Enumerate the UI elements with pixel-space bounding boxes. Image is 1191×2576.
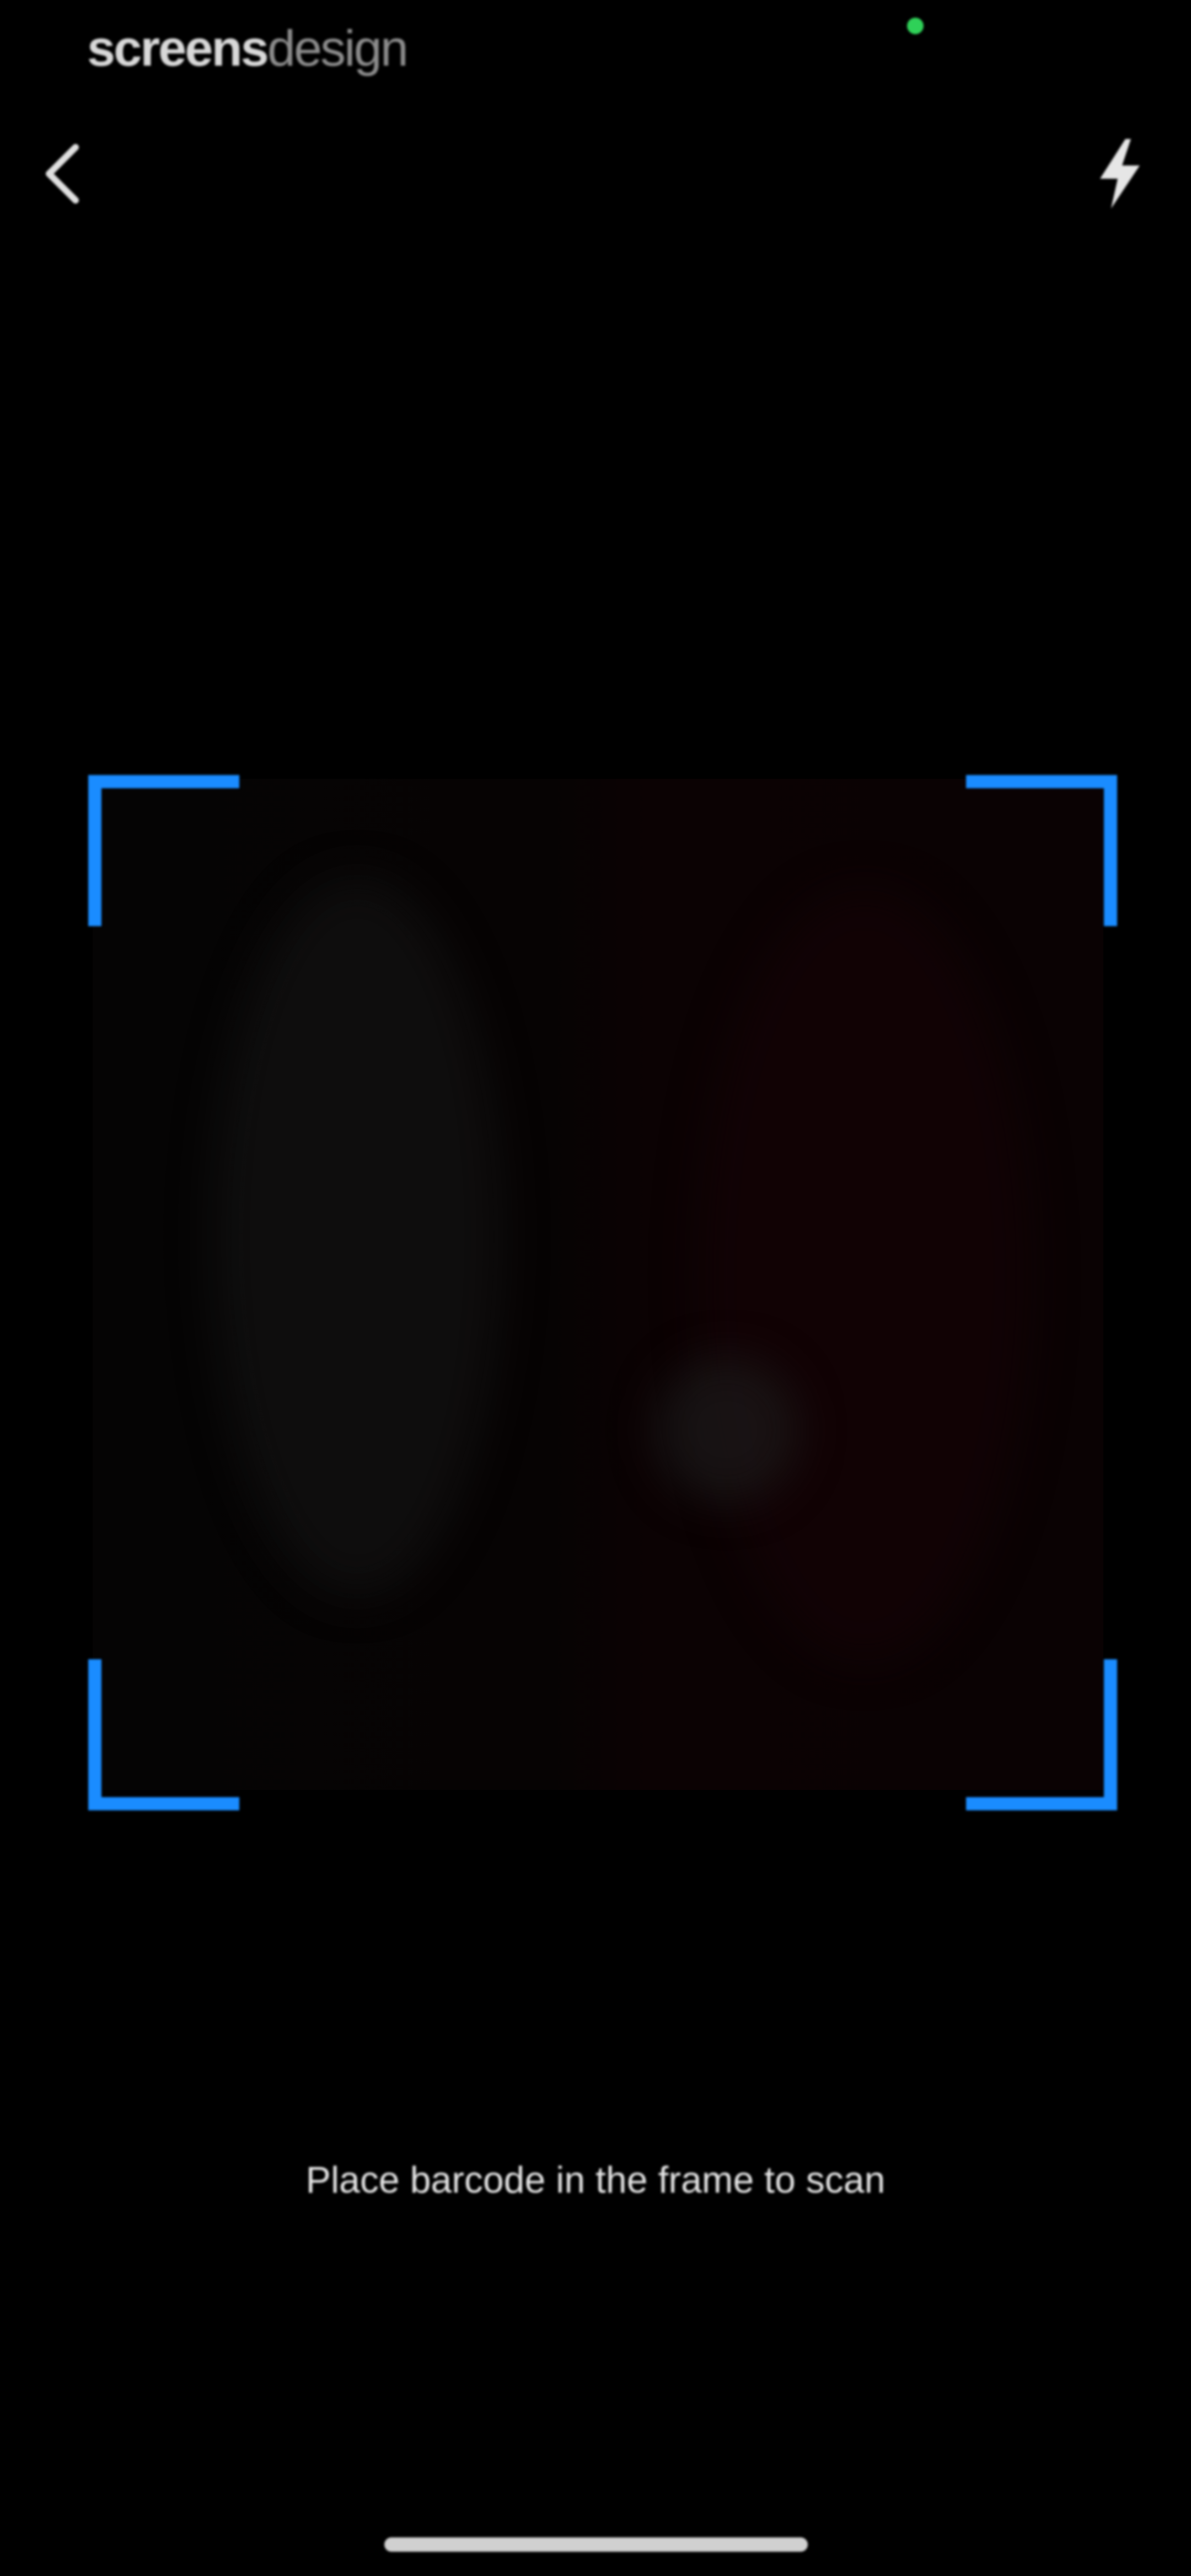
camera-in-use-indicator — [907, 18, 924, 34]
scan-frame-corner-top-left — [88, 775, 239, 926]
camera-viewfinder — [93, 779, 1103, 1790]
scan-frame-corner-bottom-right — [966, 1659, 1117, 1810]
flash-toggle-button[interactable] — [1089, 135, 1150, 212]
chevron-left-icon — [46, 144, 79, 204]
watermark-light-text: design — [267, 20, 409, 77]
watermark-logo: screensdesign — [87, 20, 409, 77]
scan-frame-corner-top-right — [966, 775, 1117, 926]
home-indicator[interactable] — [384, 2537, 808, 2552]
scan-frame-corner-bottom-left — [88, 1659, 239, 1810]
camera-feed-shadow — [655, 1358, 798, 1501]
lightning-bolt-icon — [1100, 139, 1140, 209]
scan-instruction-text: Place barcode in the frame to scan — [305, 2159, 886, 2201]
watermark-strong-text: screens — [87, 20, 269, 77]
back-button[interactable] — [33, 135, 94, 212]
camera-feed-shadow — [699, 889, 1030, 1661]
barcode-scanner-screen: screensdesign Place barcode in the frame… — [0, 0, 1191, 2576]
camera-feed-shadow — [214, 878, 501, 1595]
